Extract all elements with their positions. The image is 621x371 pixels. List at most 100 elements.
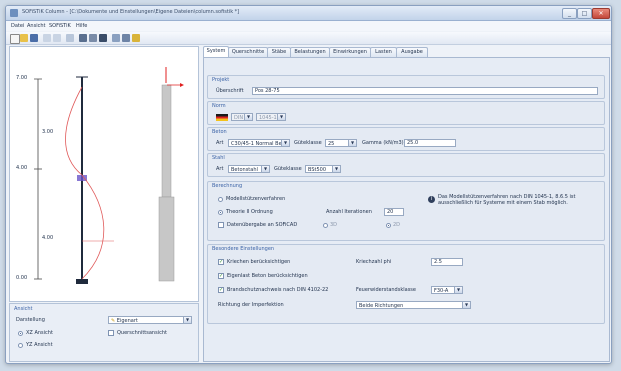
close-button[interactable]: ✕ [592, 8, 610, 19]
print-icon[interactable] [79, 34, 87, 42]
help-icon[interactable] [132, 34, 140, 42]
stahl-art-label: Art [216, 166, 224, 172]
chevron-down-icon: ▼ [281, 140, 289, 146]
berechnung-header: Berechnung [212, 183, 243, 189]
stahl-art-select[interactable]: Betonstahl ▼ [228, 165, 270, 173]
radio-modellstuetze[interactable] [218, 197, 223, 202]
view-icon[interactable] [112, 34, 120, 42]
ueberschrift-label: Überschrift [216, 88, 244, 94]
open-folder-icon[interactable] [20, 34, 28, 42]
tab-belastungen[interactable]: Belastungen [290, 47, 330, 57]
norm-year-select[interactable]: 1045-1 ▼ [256, 113, 286, 121]
pencil-icon: ✎ [111, 318, 116, 324]
feuerwiderstand-select[interactable]: F30-A ▼ [431, 286, 463, 294]
besondere-header: Besondere Einstellungen [212, 246, 275, 252]
beton-gueteklasse-select[interactable]: 25 ▼ [325, 139, 357, 147]
beton-header: Beton [212, 129, 227, 135]
radio-3d-label: 3D [330, 222, 338, 228]
chevron-down-icon: ▼ [261, 166, 269, 172]
beton-gueteklasse-label: Güteklasse [294, 140, 322, 146]
new-file-icon[interactable] [10, 34, 20, 44]
tab-staebe[interactable]: Stäbe [267, 47, 291, 57]
segment-label-lower: 4.00 [42, 235, 54, 241]
imperfektion-select[interactable]: Beide Richtungen ▼ [356, 301, 471, 309]
column-diagram [34, 67, 184, 284]
radio-yz-label: YZ Ansicht [26, 342, 53, 348]
soficad-label: Datenübergabe an SOFiCAD [227, 222, 298, 228]
tab-lasten[interactable]: Lasten [370, 47, 397, 57]
ueberschrift-input[interactable]: Pos 28-75 [252, 87, 598, 95]
stahl-art-value: Betonstahl [231, 167, 258, 173]
window-title: SOFiSTiK Column - [C:\Dokumente und Eins… [22, 9, 240, 15]
radio-xz-view[interactable] [18, 331, 23, 336]
eigengewicht-checkbox[interactable]: ✓ [218, 273, 224, 279]
tab-querschnitte[interactable]: Querschnitte [228, 47, 268, 57]
radio-3d[interactable] [323, 223, 328, 228]
soficad-checkbox[interactable] [218, 222, 224, 228]
norm-header: Norm [212, 103, 226, 109]
view-panel-header: Ansicht [14, 306, 33, 312]
toolbar [6, 32, 611, 45]
iterationen-input[interactable]: 20 [384, 208, 404, 216]
radio-yz-view[interactable] [18, 343, 23, 348]
radio-2d[interactable] [386, 223, 391, 228]
stahl-gueteklasse-label: Güteklasse [274, 166, 302, 172]
darstellung-label: Darstellung [16, 317, 45, 323]
kriechzahl-label: Kriechzahl phi [356, 259, 392, 265]
support-bottom [76, 279, 88, 284]
radio-xz-label: XZ Ansicht [26, 330, 53, 336]
title-bar: SOFiSTiK Column - [C:\Dokumente und Eins… [6, 6, 611, 21]
menu-sofistik[interactable]: SOFiSTiK [49, 23, 71, 29]
section-elevation-lower [158, 196, 175, 282]
gamma-input[interactable]: 25.0 [404, 139, 456, 147]
grid-icon[interactable] [122, 34, 130, 42]
level-label-mid: 4.00 [16, 165, 28, 171]
level-label-bottom: 0.00 [16, 275, 28, 281]
iterationen-label: Anzahl Iterationen [326, 209, 372, 215]
imperfektion-label: Richtung der Imperfektion [218, 302, 284, 308]
darstellung-value: Eigenart [116, 318, 138, 324]
projekt-header: Projekt [212, 77, 230, 83]
projekt-group: Projekt Überschrift Pos 28-75 [207, 75, 605, 99]
menu-hilfe[interactable]: Hilfe [76, 23, 87, 29]
results-icon[interactable] [99, 34, 107, 42]
view-panel: Ansicht Darstellung ✎ Eigenart ▼ XZ Ansi… [9, 303, 199, 362]
norm-group: Norm DIN ▼ 1045-1 ▼ [207, 101, 605, 125]
moment-curve [65, 86, 105, 280]
modellstuetze-label: Modellstützenverfahren [226, 196, 286, 202]
stahl-group: Stahl Art Betonstahl ▼ Güteklasse BSt500… [207, 153, 605, 177]
gamma-label: Gamma (kN/m3) [362, 140, 404, 146]
zoom-icon[interactable] [43, 34, 51, 42]
minimize-button[interactable]: _ [562, 8, 577, 19]
section-view-label: Querschnittsansicht [117, 330, 167, 336]
calculate-icon[interactable] [89, 34, 97, 42]
kriechen-checkbox[interactable]: ✓ [218, 259, 224, 265]
stahl-gueteklasse-select[interactable]: BSt500 ▼ [305, 165, 341, 173]
darstellung-select[interactable]: ✎ Eigenart ▼ [108, 316, 192, 324]
app-icon [10, 9, 18, 17]
kriechzahl-input[interactable]: 2.5 [431, 258, 463, 266]
brandschutz-checkbox[interactable]: ✓ [218, 287, 224, 293]
imperfektion-value: Beide Richtungen [359, 303, 404, 309]
tab-einwirkungen[interactable]: Einwirkungen [329, 47, 371, 57]
menu-datei[interactable]: Datei [11, 23, 24, 29]
tab-ausgabe[interactable]: Ausgabe [396, 47, 428, 57]
chevron-down-icon: ▼ [348, 140, 356, 146]
norm-value: DIN [234, 115, 244, 121]
berechnung-group: Berechnung Modellstützenverfahren Theori… [207, 181, 605, 241]
tab-system[interactable]: System [203, 46, 229, 57]
save-icon[interactable] [30, 34, 38, 42]
brandschutz-label: Brandschutznachweis nach DIN 4102-22 [227, 287, 329, 293]
structure-view[interactable]: 7.00 4.00 0.00 3.00 4.00 [9, 46, 199, 302]
filter-icon[interactable] [66, 34, 74, 42]
menu-ansicht[interactable]: Ansicht [27, 23, 45, 29]
beton-art-select[interactable]: C30/45-1 Normal Beton ▼ [228, 139, 290, 147]
section-view-checkbox[interactable] [108, 330, 114, 336]
pan-icon[interactable] [53, 34, 61, 42]
norm-select[interactable]: DIN ▼ [231, 113, 253, 121]
maximize-button[interactable]: □ [577, 8, 592, 19]
level-label-top: 7.00 [16, 75, 28, 81]
eigengewicht-label: Eigenlast Beton berücksichtigen [227, 273, 308, 279]
chevron-down-icon: ▼ [277, 114, 285, 120]
radio-theorie-2[interactable] [218, 210, 223, 215]
